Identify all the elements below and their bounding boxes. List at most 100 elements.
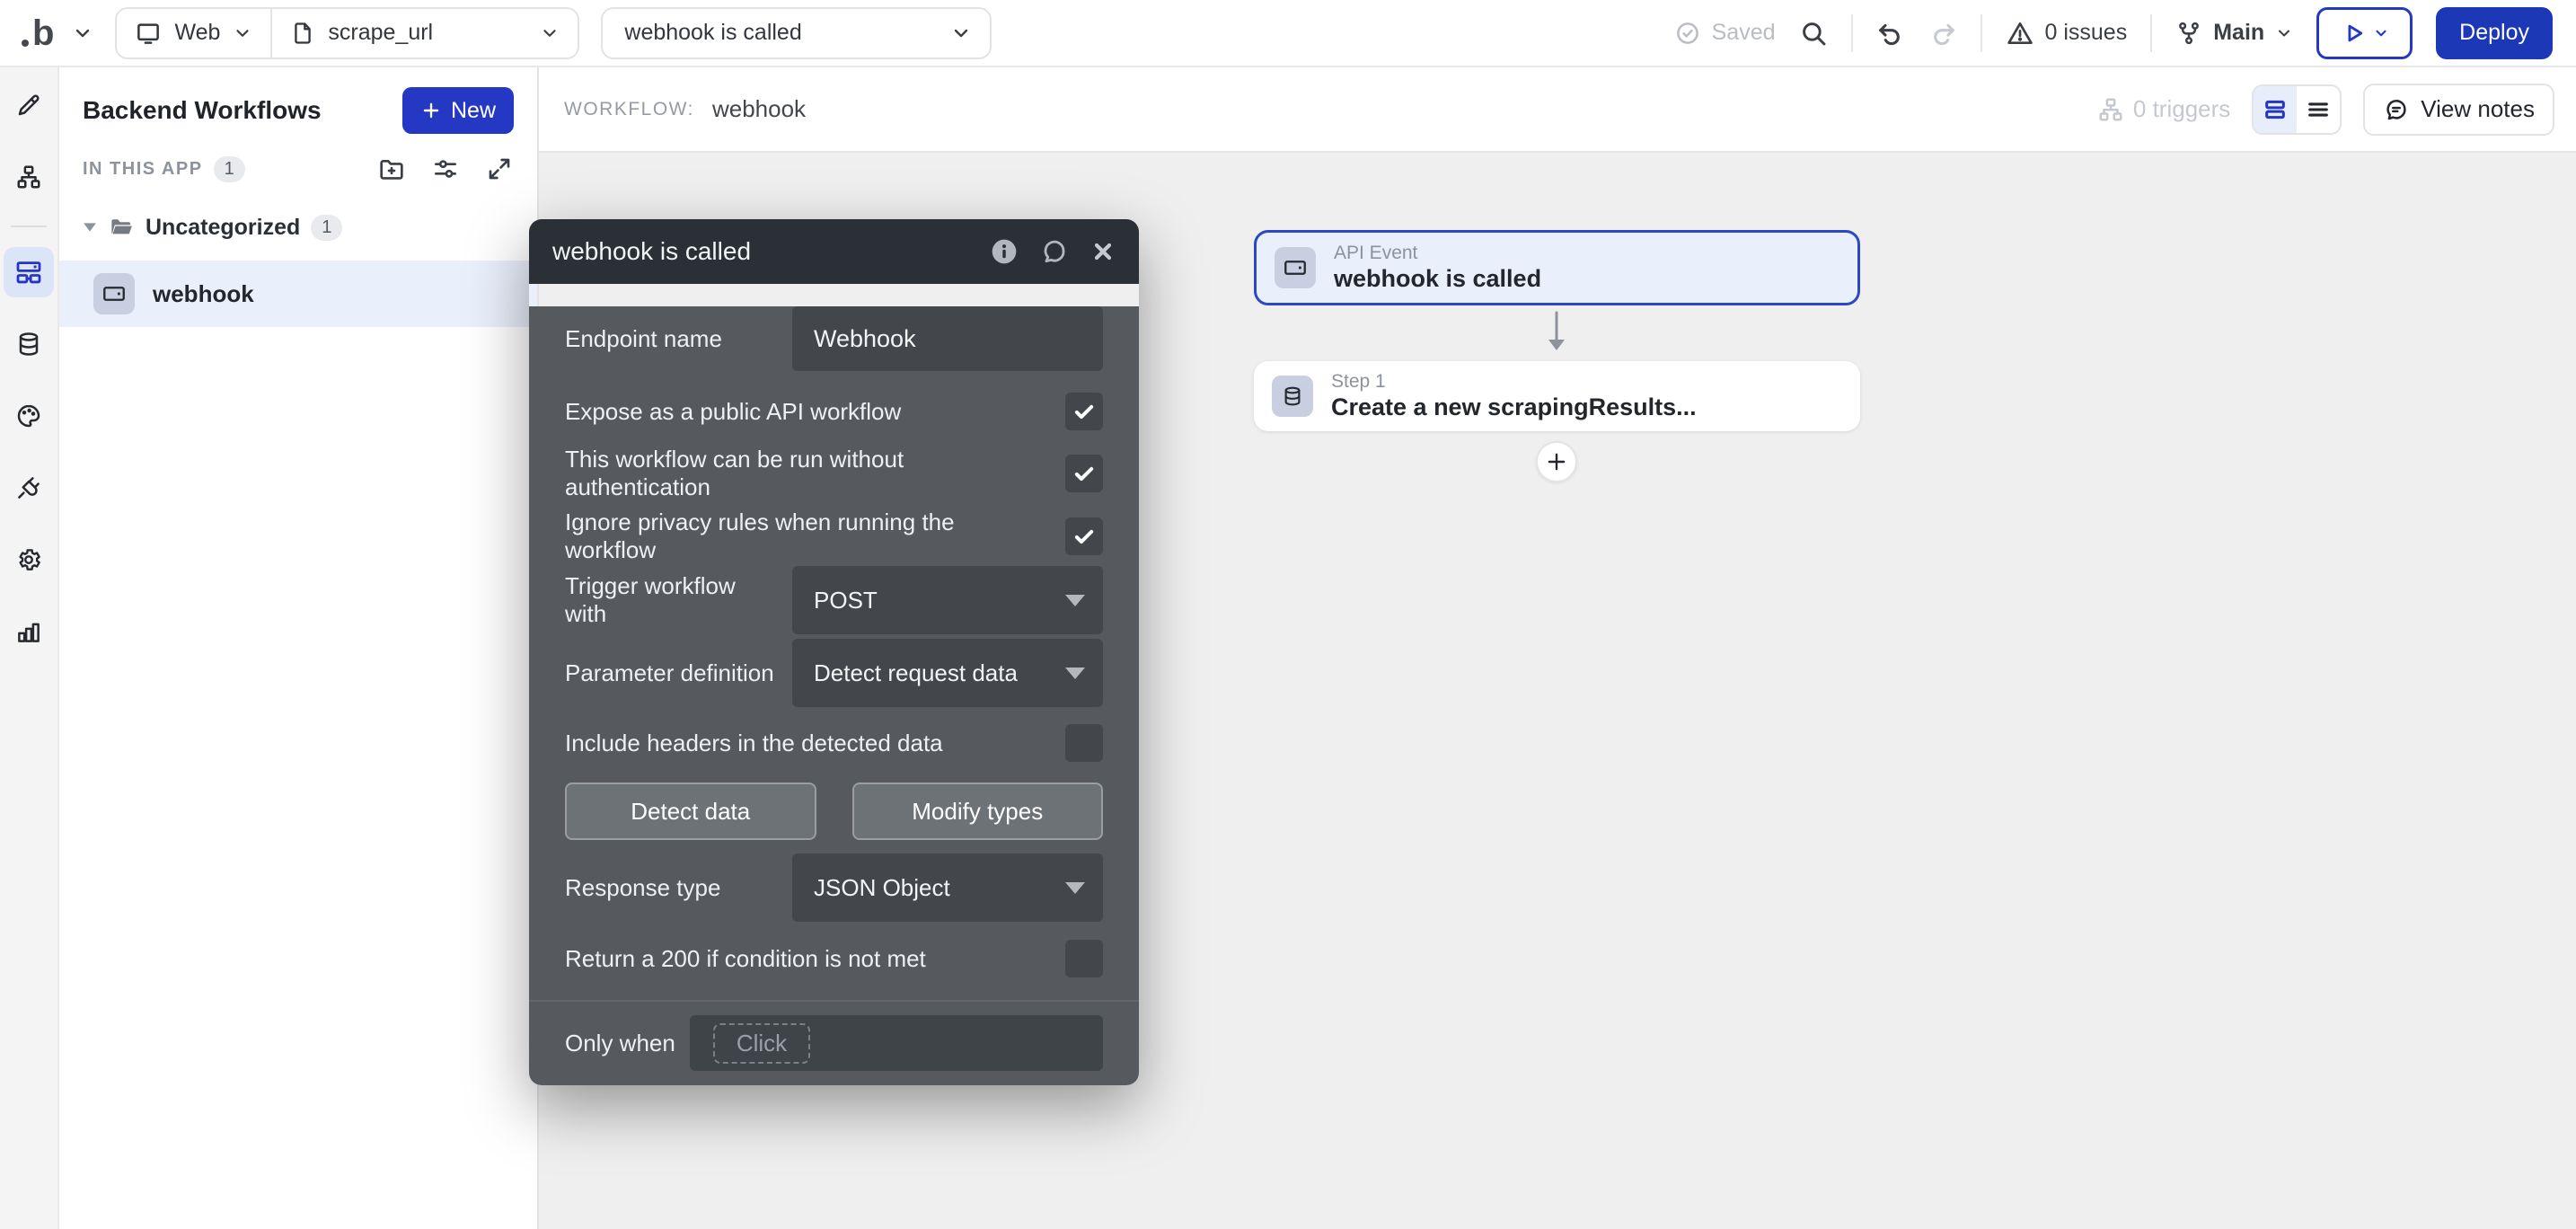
divider [1851,14,1853,52]
folder-count-badge: 1 [311,215,342,241]
branch-selector[interactable]: Main [2175,20,2293,47]
page-dropdown[interactable]: scrape_url [272,9,578,57]
workflows-panel: Backend Workflows New IN THIS APP 1 Unca… [59,67,539,1229]
include-headers-checkbox[interactable] [1065,724,1103,762]
card-view-button[interactable] [2254,86,2297,133]
trigger-with-value: POST [814,587,878,614]
divider [529,1000,1139,1002]
ignore-privacy-checkbox[interactable] [1065,517,1103,555]
step-node[interactable]: Step 1 Create a new scrapingResults... [1254,361,1860,431]
nav-pages[interactable] [4,152,54,202]
gear-icon [15,546,42,573]
event-node[interactable]: API Event webhook is called [1254,230,1860,305]
param-def-label: Parameter definition [565,659,792,687]
workflow-header: WORKFLOW: webhook 0 triggers View notes [539,67,2576,153]
only-when-label: Only when [565,1030,690,1057]
view-notes-label: View notes [2421,95,2535,123]
nav-settings[interactable] [4,535,54,585]
arrow-down-icon [1544,311,1569,356]
database-icon [15,331,42,358]
platform-dropdown[interactable]: Web [117,9,270,57]
caret-down-icon [83,221,97,234]
card-view-icon [2263,97,2288,122]
divider [11,225,47,227]
workflow-list-item-webhook[interactable]: webhook [59,261,537,327]
issues-count-label: 0 issues [2045,20,2128,46]
panel-title: Backend Workflows [83,96,322,125]
only-when-input[interactable]: Click [690,1015,1103,1071]
list-view-icon [2306,97,2331,122]
step-title: Create a new scrapingResults... [1331,393,1697,421]
no-auth-checkbox[interactable] [1065,455,1103,492]
chevron-down-icon [540,23,560,43]
nav-styles[interactable] [4,391,54,441]
bubble-logo: b [22,15,54,51]
comment-icon[interactable] [1040,237,1069,266]
workflow-select[interactable]: webhook is called [601,7,992,59]
palette-icon [15,402,42,429]
dialog-title: webhook is called [552,237,968,266]
modify-types-button[interactable]: Modify types [852,782,1104,840]
scope-count-badge: 1 [214,156,245,182]
check-circle-icon [1674,20,1701,47]
workflow-name: webhook [712,95,806,123]
chevron-down-icon [950,22,972,44]
response-type-label: Response type [565,874,792,902]
app-menu[interactable]: b [22,15,93,51]
plug-icon [15,474,42,501]
note-bubble-icon [2383,96,2410,123]
nav-logs[interactable] [4,606,54,657]
api-card-icon [1275,247,1316,288]
editor-nav-rail [0,67,59,1229]
scope-label: IN THIS APP [83,159,203,180]
close-icon[interactable] [1090,239,1116,264]
preview-run-button[interactable] [2316,7,2413,59]
folder-plus-icon[interactable] [377,155,406,183]
plus-icon [1545,450,1568,473]
monitor-icon [135,20,162,47]
property-editor-dialog: webhook is called Endpoint name Expose a… [529,219,1139,1085]
deploy-button[interactable]: Deploy [2436,7,2553,59]
event-title: webhook is called [1334,264,1541,293]
add-step-button[interactable] [1536,441,1577,482]
undo-icon[interactable] [1876,19,1905,48]
search-icon[interactable] [1799,19,1828,48]
dialog-header[interactable]: webhook is called [529,219,1139,284]
return-200-checkbox[interactable] [1065,940,1103,977]
param-def-select[interactable]: Detect request data [792,639,1103,707]
filter-sliders-icon[interactable] [431,155,460,183]
redo-icon[interactable] [1928,19,1957,48]
dialog-body: Endpoint name Expose as a public API wor… [529,306,1139,1085]
divider [1981,14,1982,52]
sitemap-icon [15,164,42,190]
trigger-with-select[interactable]: POST [792,566,1103,634]
folder-uncategorized[interactable]: Uncategorized 1 [59,209,537,245]
nav-data[interactable] [4,319,54,369]
detect-data-label: Detect data [631,798,750,826]
endpoint-name-input[interactable] [792,306,1103,371]
nav-plugins[interactable] [4,463,54,513]
list-view-button[interactable] [2297,86,2340,133]
expand-icon[interactable] [485,155,514,183]
response-type-value: JSON Object [814,874,950,902]
detect-data-button[interactable]: Detect data [565,782,816,840]
triggers-label: 0 triggers [2133,95,2230,123]
nav-backend-workflows[interactable] [4,247,54,297]
param-def-value: Detect request data [814,659,1018,687]
issues-button[interactable]: 0 issues [2006,19,2128,48]
save-status: Saved [1674,20,1776,47]
caret-down-icon [1065,595,1085,606]
deploy-label: Deploy [2459,20,2529,46]
new-workflow-button[interactable]: New [402,87,514,134]
chevron-down-icon [2275,24,2293,42]
view-notes-button[interactable]: View notes [2363,84,2554,136]
info-icon[interactable] [990,237,1019,266]
response-type-select[interactable]: JSON Object [792,853,1103,922]
bubble-editor: b Web scrape_url webhook is called [0,0,2576,1229]
folder-open-icon [108,214,135,241]
expose-checkbox[interactable] [1065,393,1103,430]
nav-design[interactable] [4,80,54,130]
new-workflow-label: New [451,98,496,124]
no-auth-label: This workflow can be run without authent… [565,446,1065,501]
page-label: scrape_url [328,20,433,46]
